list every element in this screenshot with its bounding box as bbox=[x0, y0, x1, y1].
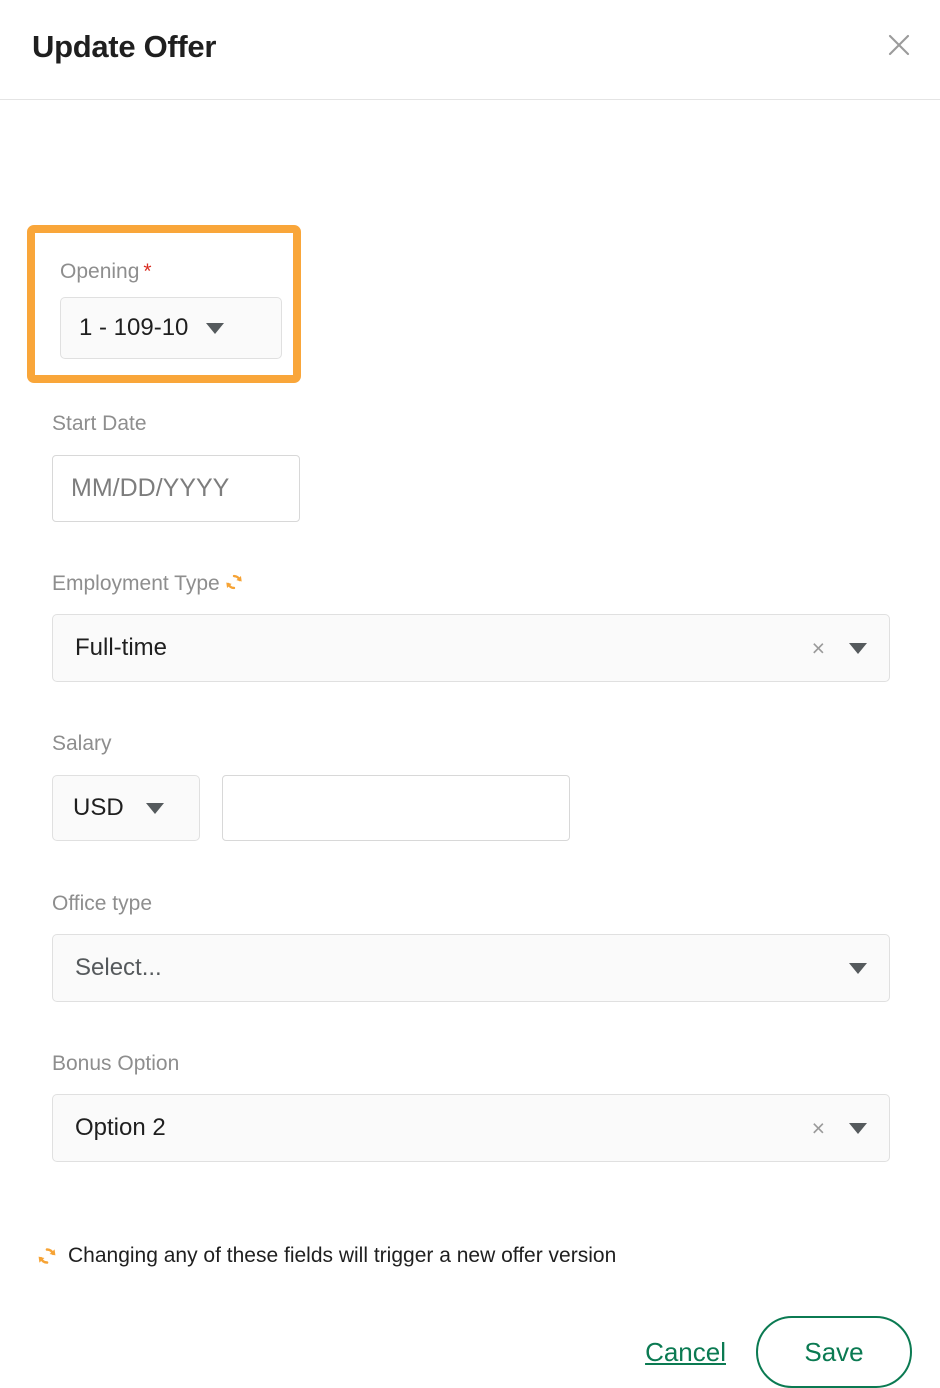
salary-row: USD bbox=[52, 775, 570, 841]
opening-field: Opening * 1 - 109-10 bbox=[60, 259, 282, 359]
start-date-input[interactable] bbox=[52, 455, 300, 522]
bonus-option-controls: × bbox=[812, 1116, 867, 1140]
salary-amount-input[interactable] bbox=[222, 775, 570, 841]
clear-icon[interactable]: × bbox=[812, 636, 825, 660]
opening-select-value: 1 - 109-10 bbox=[79, 314, 189, 341]
modal-header: Update Offer bbox=[0, 0, 940, 100]
chevron-down-icon bbox=[206, 322, 225, 334]
office-type-controls bbox=[849, 962, 867, 974]
salary-label: Salary bbox=[52, 732, 112, 755]
chevron-down-icon bbox=[849, 1122, 867, 1134]
save-button[interactable]: Save bbox=[756, 1316, 912, 1388]
version-note-text: Changing any of these fields will trigge… bbox=[68, 1244, 617, 1267]
office-type-value: Select... bbox=[75, 954, 162, 981]
close-button[interactable] bbox=[880, 26, 918, 64]
page-title: Update Offer bbox=[32, 29, 217, 64]
clear-icon[interactable]: × bbox=[812, 1116, 825, 1140]
sync-icon bbox=[223, 571, 245, 593]
modal-actions: Cancel Save bbox=[645, 1316, 912, 1388]
chevron-down-icon bbox=[849, 642, 867, 654]
cancel-button[interactable]: Cancel bbox=[645, 1337, 726, 1368]
bonus-option-label: Bonus Option bbox=[52, 1052, 180, 1075]
opening-select[interactable]: 1 - 109-10 bbox=[60, 297, 282, 359]
opening-label-text: Opening bbox=[60, 260, 140, 283]
start-date-label: Start Date bbox=[52, 412, 147, 435]
employment-type-label: Employment Type bbox=[52, 571, 245, 597]
chevron-down-icon bbox=[145, 802, 164, 814]
currency-value: USD bbox=[73, 794, 124, 821]
employment-type-select[interactable]: Full-time × bbox=[52, 614, 890, 682]
opening-field-highlight: Opening * 1 - 109-10 bbox=[27, 225, 301, 383]
employment-type-controls: × bbox=[812, 636, 867, 660]
close-icon bbox=[886, 32, 912, 58]
bonus-option-select[interactable]: Option 2 × bbox=[52, 1094, 890, 1162]
required-asterisk: * bbox=[143, 260, 152, 283]
currency-select[interactable]: USD bbox=[52, 775, 200, 841]
opening-label: Opening * bbox=[60, 259, 282, 285]
office-type-label: Office type bbox=[52, 892, 152, 915]
office-type-select[interactable]: Select... bbox=[52, 934, 890, 1002]
version-note: Changing any of these fields will trigge… bbox=[32, 1242, 616, 1270]
sync-icon bbox=[35, 1244, 59, 1268]
employment-type-label-text: Employment Type bbox=[52, 572, 220, 595]
bonus-option-value: Option 2 bbox=[75, 1114, 166, 1141]
employment-type-value: Full-time bbox=[75, 634, 168, 661]
chevron-down-icon bbox=[849, 962, 867, 974]
